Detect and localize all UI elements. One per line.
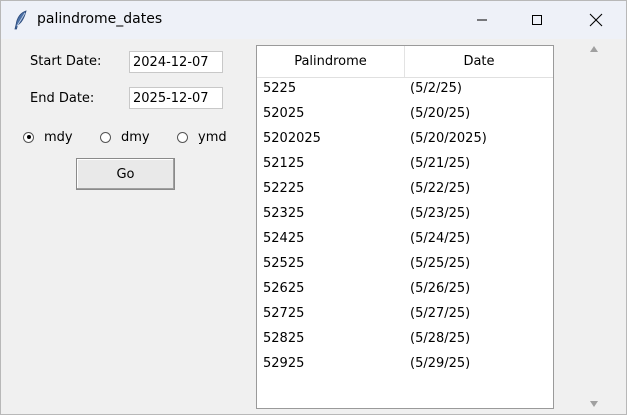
close-icon bbox=[589, 13, 603, 27]
table-row[interactable]: 52925 (5/29/25) bbox=[257, 353, 553, 378]
table-row[interactable]: 5225 (5/2/25) bbox=[257, 78, 553, 103]
format-radio-label: ymd bbox=[198, 129, 227, 145]
table-row[interactable]: 52625 (5/26/25) bbox=[257, 278, 553, 303]
table-row[interactable]: 52325 (5/23/25) bbox=[257, 203, 553, 228]
palindrome-cell: 5225 bbox=[263, 81, 297, 96]
table-row[interactable]: 52525 (5/25/25) bbox=[257, 253, 553, 278]
close-button[interactable] bbox=[573, 1, 619, 39]
palindrome-cell: 52825 bbox=[263, 331, 305, 346]
table-row[interactable]: 52825 (5/28/25) bbox=[257, 328, 553, 353]
date-cell: (5/26/25) bbox=[410, 281, 471, 296]
table-row[interactable]: 52425 (5/24/25) bbox=[257, 228, 553, 253]
column-header-palindrome[interactable]: Palindrome bbox=[257, 46, 404, 77]
date-cell: (5/20/2025) bbox=[410, 131, 487, 146]
date-cell: (5/29/25) bbox=[410, 356, 471, 371]
table-header: Palindrome Date bbox=[257, 46, 553, 78]
end-date-input[interactable]: 2025-12-07 bbox=[129, 87, 223, 109]
palindrome-cell: 52525 bbox=[263, 256, 305, 271]
go-button[interactable]: Go bbox=[76, 158, 175, 190]
table-row[interactable]: 52225 (5/22/25) bbox=[257, 178, 553, 203]
table-row[interactable]: 5202025 (5/20/2025) bbox=[257, 128, 553, 153]
start-date-input[interactable]: 2024-12-07 bbox=[129, 51, 223, 73]
start-date-label: Start Date: bbox=[30, 54, 102, 69]
table-row[interactable]: 52725 (5/27/25) bbox=[257, 303, 553, 328]
table-row[interactable]: 52125 (5/21/25) bbox=[257, 153, 553, 178]
date-cell: (5/25/25) bbox=[410, 256, 471, 271]
format-radio-label: dmy bbox=[121, 129, 150, 145]
palindrome-cell: 52725 bbox=[263, 306, 305, 321]
minimize-icon bbox=[477, 19, 487, 21]
date-cell: (5/28/25) bbox=[410, 331, 471, 346]
format-radio-ymd[interactable]: ymd bbox=[177, 128, 227, 146]
palindrome-cell: 52625 bbox=[263, 281, 305, 296]
scroll-up-icon bbox=[590, 46, 598, 52]
end-date-label: End Date: bbox=[30, 91, 95, 106]
radio-unchecked-icon bbox=[177, 131, 188, 143]
palindrome-cell: 52325 bbox=[263, 206, 305, 221]
window-title: palindrome_dates bbox=[37, 11, 163, 27]
maximize-icon bbox=[532, 15, 542, 25]
palindrome-cell: 52425 bbox=[263, 231, 305, 246]
date-cell: (5/27/25) bbox=[410, 306, 471, 321]
palindrome-cell: 52025 bbox=[263, 106, 305, 121]
date-cell: (5/21/25) bbox=[410, 156, 471, 171]
palindrome-cell: 52225 bbox=[263, 181, 305, 196]
format-radio-dmy[interactable]: dmy bbox=[100, 128, 150, 146]
date-cell: (5/24/25) bbox=[410, 231, 471, 246]
table-row[interactable]: 52025 (5/20/25) bbox=[257, 103, 553, 128]
date-cell: (5/23/25) bbox=[410, 206, 471, 221]
format-radio-label: mdy bbox=[44, 129, 73, 145]
date-cell: (5/2/25) bbox=[410, 81, 462, 96]
radio-unchecked-icon bbox=[100, 131, 111, 143]
minimize-button[interactable] bbox=[459, 1, 505, 39]
scroll-down-icon bbox=[590, 401, 598, 407]
results-table[interactable]: Palindrome Date 5225 (5/2/25) 52025 (5/20/2… bbox=[256, 45, 554, 409]
palindrome-cell: 5202025 bbox=[263, 131, 321, 146]
date-cell: (5/20/25) bbox=[410, 106, 471, 121]
vertical-scrollbar[interactable] bbox=[584, 39, 604, 413]
date-cell: (5/22/25) bbox=[410, 181, 471, 196]
app-window: palindrome_dates Start Date: 2024-12-07 … bbox=[0, 0, 627, 415]
feather-icon bbox=[13, 10, 29, 30]
format-radio-mdy[interactable]: mdy bbox=[23, 128, 73, 146]
maximize-button[interactable] bbox=[514, 1, 560, 39]
palindrome-cell: 52925 bbox=[263, 356, 305, 371]
radio-checked-icon bbox=[23, 131, 34, 143]
column-header-date[interactable]: Date bbox=[405, 46, 553, 77]
palindrome-cell: 52125 bbox=[263, 156, 305, 171]
title-bar[interactable]: palindrome_dates bbox=[1, 1, 626, 39]
